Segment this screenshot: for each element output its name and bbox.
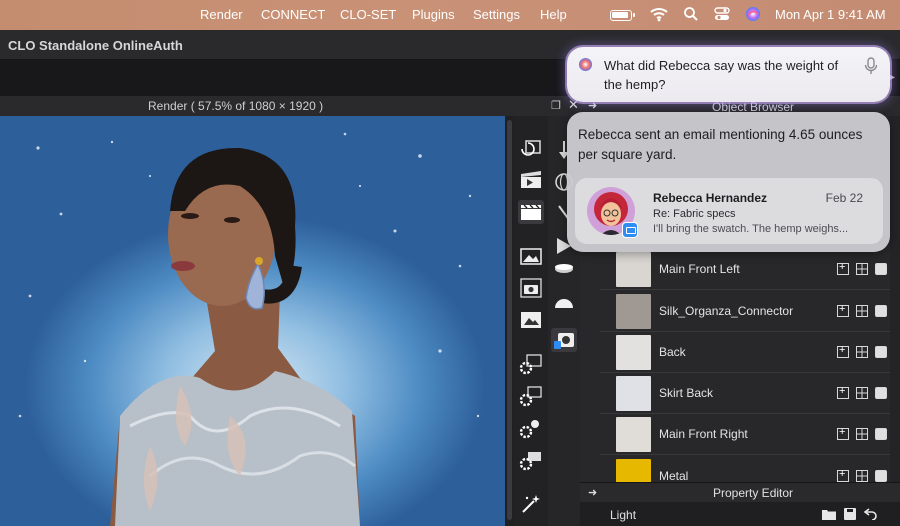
siri-answer-card: Rebecca sent an email mentioning 4.65 ou… [567,112,890,252]
render-clapper-icon[interactable] [518,200,544,224]
collapse-arrow-icon[interactable]: ➜ [588,486,597,499]
render-scrollbar[interactable] [505,116,514,526]
item-actions [837,344,891,360]
property-name: Light [610,508,637,522]
render-video-settings-icon[interactable] [518,448,544,472]
duplicate-icon[interactable] [875,263,887,275]
email-result-card[interactable]: Rebecca Hernandez Feb 22 Re: Fabric spec… [575,178,883,244]
grid-icon[interactable] [856,470,868,482]
menu-plugins[interactable]: Plugins [412,7,455,22]
refresh-render-icon[interactable] [518,136,544,160]
reset-icon[interactable] [863,507,878,521]
duplicate-icon[interactable] [875,470,887,482]
item-actions [837,385,891,401]
grid-icon[interactable] [856,346,868,358]
menu-clock[interactable]: Mon Apr 1 9:41 AM [775,7,886,22]
render-image-icon[interactable] [518,244,544,268]
list-item[interactable]: Metal [600,456,890,494]
item-name: Skirt Back [659,386,714,400]
email-preview: I'll bring the swatch. The hemp weighs..… [653,223,849,235]
battery-icon[interactable] [610,10,635,21]
siri-answer-text: Rebecca sent an email mentioning 4.65 ou… [578,127,863,162]
render-gallery-icon[interactable] [518,308,544,332]
spotlight-search-icon[interactable] [683,6,699,24]
item-name: Main Front Right [659,427,748,441]
render-panel-title: Render ( 57.5% of 1080 × 1920 ) [148,99,324,113]
screen: Render CONNECT CLO-SET Plugins Settings … [0,0,900,526]
property-editor-body: Light [580,502,900,526]
add-icon[interactable] [837,344,849,358]
list-item[interactable]: Back [600,332,890,373]
siri-query-text: What did Rebecca say was the weight of t… [604,58,839,92]
item-name: Main Front Left [659,262,740,276]
render-video-icon[interactable] [518,168,544,192]
rendered-model-image [18,132,480,526]
duplicate-icon[interactable] [875,305,887,317]
pattern-thumbnail [616,417,651,452]
grid-icon[interactable] [856,305,868,317]
render-camera-icon[interactable] [518,276,544,300]
add-icon[interactable] [837,468,849,482]
menu-clo-set[interactable]: CLO-SET [340,7,396,22]
pattern-thumbnail [616,335,651,370]
property-editor-title: Property Editor [713,486,794,500]
control-center-icon[interactable] [714,6,730,24]
menu-bar: Render CONNECT CLO-SET Plugins Settings … [0,0,900,30]
float-window-icon[interactable]: ❐ [551,99,561,112]
list-item[interactable]: Silk_Organza_Connector [600,291,890,332]
item-name: Silk_Organza_Connector [659,304,794,318]
siri-query-bubble[interactable]: What did Rebecca say was the weight of t… [567,47,890,102]
menu-connect[interactable]: CONNECT [261,7,325,22]
pattern-thumbnail [616,252,651,287]
pattern-thumbnail [616,376,651,411]
list-item[interactable]: Main Front Right [600,414,890,455]
property-editor-header: ➜ Property Editor [580,482,900,502]
menu-render[interactable]: Render [200,7,243,22]
area-light-icon[interactable] [551,258,577,282]
menu-help[interactable]: Help [540,7,567,22]
render-panel-header: Render ( 57.5% of 1080 × 1920 ) ❐ ✕ [0,96,580,116]
magic-wand-icon[interactable] [518,492,544,516]
duplicate-icon[interactable] [875,346,887,358]
mail-app-icon [622,222,638,238]
item-name: Back [659,345,686,359]
duplicate-icon[interactable] [875,387,887,399]
email-date: Feb 22 [825,191,863,205]
snapshot-camera-icon[interactable] [551,328,577,352]
microphone-icon[interactable] [864,57,878,75]
render-image-settings-icon[interactable] [518,352,544,376]
item-actions [837,303,891,319]
add-icon[interactable] [837,385,849,399]
siri-orb-icon [578,57,593,72]
siri-icon[interactable] [745,6,761,24]
email-sender: Rebecca Hernandez [653,191,768,205]
wifi-icon[interactable] [650,6,668,24]
app-title: CLO Standalone OnlineAuth [8,38,183,53]
render-toolbar [514,116,548,526]
add-icon[interactable] [837,261,849,275]
grid-icon[interactable] [856,387,868,399]
grid-icon[interactable] [856,263,868,275]
duplicate-icon[interactable] [875,428,887,440]
open-folder-icon[interactable] [822,507,836,520]
render-viewport[interactable] [0,116,505,526]
add-icon[interactable] [837,303,849,317]
toolbar-overflow-icon[interactable]: ▸ [890,72,895,83]
dome-light-icon[interactable] [551,290,577,314]
object-browser-scrollbar[interactable] [890,116,900,482]
list-item[interactable]: Skirt Back [600,373,890,414]
render-camera-settings-icon[interactable] [518,384,544,408]
menu-settings[interactable]: Settings [473,7,520,22]
item-name: Metal [659,469,689,483]
render-light-settings-icon[interactable] [518,416,544,440]
list-item[interactable]: Main Front Left [600,249,890,290]
item-actions [837,426,891,442]
grid-icon[interactable] [856,428,868,440]
email-subject: Re: Fabric specs [653,208,736,220]
add-icon[interactable] [837,426,849,440]
fabric-thumbnail [616,294,651,329]
save-icon[interactable] [843,507,857,520]
item-actions [837,261,891,277]
